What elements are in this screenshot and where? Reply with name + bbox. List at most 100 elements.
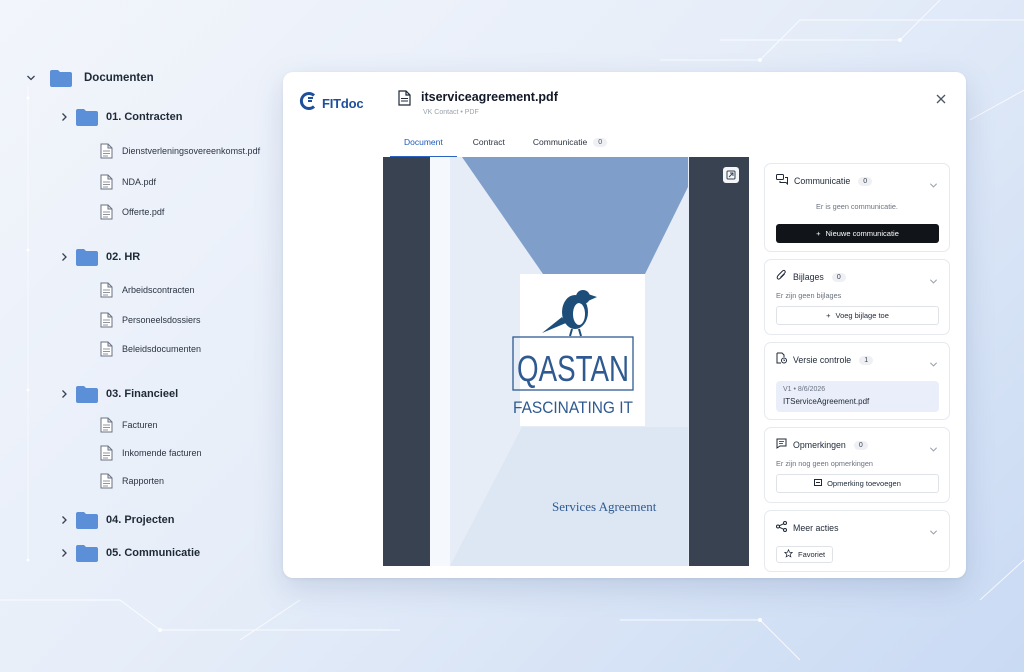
- card-header[interactable]: Meer acties: [776, 521, 838, 535]
- tree-folder-hr[interactable]: 02. HR: [57, 245, 140, 269]
- empty-state: Er zijn geen bijlages: [776, 291, 842, 300]
- chat-icon: [776, 172, 788, 190]
- tab-document[interactable]: Document: [390, 126, 457, 158]
- file-subtitle: VK Contact • PDF: [423, 109, 479, 116]
- tree-file[interactable]: Facturen: [100, 413, 158, 437]
- fitdoc-logo-icon: [299, 91, 319, 116]
- tab-label: Communicatie: [532, 137, 588, 147]
- card-title: Meer acties: [793, 523, 839, 533]
- button-label: Nieuwe communicatie: [825, 229, 899, 238]
- file-icon: [100, 341, 113, 357]
- file-label: Offerte.pdf: [122, 207, 165, 217]
- file-icon: [100, 473, 113, 489]
- expand-icon[interactable]: [723, 167, 739, 183]
- card-communicatie: Communicatie 0 Er is geen communicatie. …: [764, 163, 950, 252]
- tree-file[interactable]: NDA.pdf: [100, 170, 156, 194]
- tree-file[interactable]: Dienstverleningsovereenkomst.pdf: [100, 139, 260, 163]
- chevron-down-icon[interactable]: [929, 441, 938, 452]
- folder-tree: Documenten 01. Contracten Dienstverlenin…: [0, 0, 280, 672]
- file-label: Facturen: [122, 420, 158, 430]
- card-meer-acties: Meer acties Favoriet: [764, 510, 950, 572]
- new-communication-button[interactable]: + Nieuwe communicatie: [776, 224, 939, 243]
- chevron-right-icon[interactable]: [57, 546, 71, 560]
- card-header[interactable]: Communicatie 0: [776, 172, 873, 190]
- chevron-down-icon[interactable]: [929, 177, 938, 188]
- star-icon: [783, 548, 794, 560]
- tab-bar: Document Contract Communicatie 0: [390, 126, 621, 158]
- version-item[interactable]: V1 • 8/6/2026 ITServiceAgreement.pdf: [776, 381, 939, 412]
- tab-communicatie[interactable]: Communicatie 0: [519, 126, 621, 158]
- chevron-right-icon[interactable]: [57, 513, 71, 527]
- tab-label: Contract: [472, 137, 505, 147]
- logo-text: FITdoc: [322, 96, 364, 111]
- card-opmerkingen: Opmerkingen 0 Er zijn nog geen opmerking…: [764, 427, 950, 503]
- add-comment-button[interactable]: Opmerking toevoegen: [776, 474, 939, 493]
- document-page: QASTAN FASCINATING IT Services Agreement: [430, 157, 689, 566]
- chevron-down-icon[interactable]: [24, 71, 38, 85]
- document-header: itserviceagreement.pdf: [398, 90, 558, 111]
- file-label: Personeelsdossiers: [122, 315, 201, 325]
- tab-label: Document: [404, 137, 443, 147]
- tree-file[interactable]: Rapporten: [100, 469, 164, 493]
- tree-folder-contracten[interactable]: 01. Contracten: [57, 105, 182, 129]
- version-file: ITServiceAgreement.pdf: [783, 397, 870, 406]
- close-icon[interactable]: [934, 92, 948, 106]
- app-logo: FITdoc: [299, 91, 364, 116]
- folder-label: 04. Projecten: [106, 514, 175, 526]
- file-label: Beleidsdocumenten: [122, 344, 202, 354]
- document-viewer[interactable]: QASTAN FASCINATING IT Services Agreement: [383, 157, 749, 566]
- button-label: Opmerking toevoegen: [827, 479, 901, 488]
- add-attachment-button[interactable]: + Voeg bijlage toe: [776, 306, 939, 325]
- folder-icon: [76, 108, 98, 126]
- tree-file[interactable]: Personeelsdossiers: [100, 308, 201, 332]
- card-header[interactable]: Versie controle 1: [776, 352, 874, 367]
- tree-file[interactable]: Beleidsdocumenten: [100, 337, 201, 361]
- file-icon: [100, 312, 113, 328]
- file-label: Rapporten: [122, 476, 165, 486]
- card-title: Communicatie: [794, 176, 851, 186]
- tree-root[interactable]: Documenten: [24, 66, 154, 90]
- tree-root-label: Documenten: [84, 72, 154, 84]
- card-versie-controle: Versie controle 1 V1 • 8/6/2026 ITServic…: [764, 342, 950, 420]
- count-badge: 0: [831, 272, 846, 282]
- chevron-right-icon[interactable]: [57, 250, 71, 264]
- tree-file[interactable]: Offerte.pdf: [100, 200, 164, 224]
- favorite-button[interactable]: Favoriet: [776, 546, 834, 563]
- tree-file[interactable]: Inkomende facturen: [100, 441, 202, 465]
- plus-icon: +: [826, 311, 831, 320]
- tree-folder-financieel[interactable]: 03. Financieel: [57, 382, 178, 406]
- chevron-right-icon[interactable]: [57, 110, 71, 124]
- folder-label: 01. Contracten: [106, 111, 183, 123]
- card-header[interactable]: Opmerkingen 0: [776, 438, 868, 452]
- tree-folder-communicatie[interactable]: 05. Communicatie: [57, 541, 200, 565]
- file-icon: [100, 174, 113, 190]
- folder-icon: [76, 511, 98, 529]
- card-title: Bijlages: [793, 272, 824, 282]
- file-label: Arbeidscontracten: [122, 285, 195, 295]
- plus-icon: +: [816, 229, 821, 238]
- count-badge: 0: [858, 176, 873, 186]
- tagline-text: FASCINATING IT: [513, 398, 633, 417]
- file-icon: [100, 445, 113, 461]
- chevron-right-icon[interactable]: [57, 387, 71, 401]
- chevron-down-icon[interactable]: [929, 524, 938, 535]
- chevron-down-icon[interactable]: [929, 356, 938, 367]
- file-label: Dienstverleningsovereenkomst.pdf: [122, 146, 261, 156]
- folder-icon: [76, 385, 98, 403]
- folder-icon: [50, 69, 72, 87]
- share-icon: [776, 519, 787, 537]
- folder-icon: [76, 248, 98, 266]
- tree-folder-projecten[interactable]: 04. Projecten: [57, 508, 174, 532]
- folder-label: 02. HR: [106, 251, 141, 263]
- empty-state: Er zijn nog geen opmerkingen: [776, 459, 873, 468]
- count-badge: 1: [859, 355, 874, 365]
- button-label: Voeg bijlage toe: [835, 311, 889, 320]
- chevron-down-icon[interactable]: [929, 273, 938, 284]
- folder-label: 05. Communicatie: [106, 547, 201, 559]
- file-label: Inkomende facturen: [122, 448, 202, 458]
- tree-file[interactable]: Arbeidscontracten: [100, 278, 195, 302]
- tab-contract[interactable]: Contract: [459, 126, 519, 158]
- document-window: FITdoc itserviceagreement.pdf VK Contact…: [283, 72, 966, 578]
- card-header[interactable]: Bijlages 0: [776, 269, 846, 284]
- card-title: Versie controle: [793, 355, 852, 365]
